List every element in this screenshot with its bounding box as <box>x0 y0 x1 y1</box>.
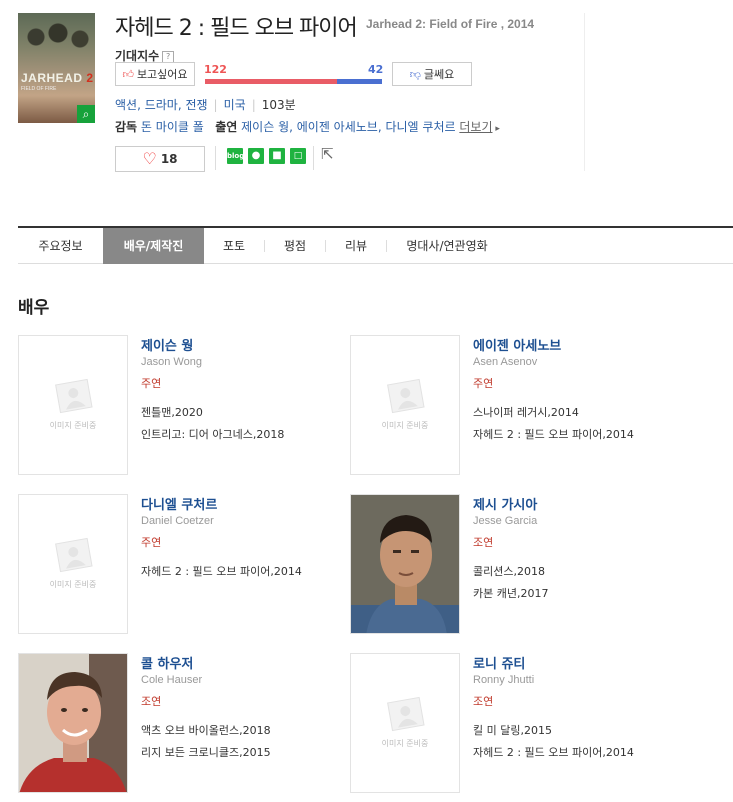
actor-photo[interactable] <box>350 494 460 634</box>
runtime-text: 103분 <box>261 98 296 112</box>
placeholder-text: 이미지 준비중 <box>49 421 97 430</box>
filmography-item[interactable]: 콜리션스,2018 <box>473 563 545 579</box>
crew-line: 감독 돈 마이클 폴 출연 제이슨 웡, 에이젠 아세노브, 다니엘 쿠처르 더… <box>115 120 500 134</box>
movie-info-line: 액션, 드라마, 전쟁 | 미국 | 103분 <box>115 98 296 112</box>
divider <box>215 146 216 170</box>
movie-poster[interactable]: JARHEAD 2 FIELD OF FIRE ⌕ <box>18 13 95 123</box>
actor-name[interactable]: 콜 하우저 <box>141 653 193 672</box>
filmography-item[interactable]: 카본 캐년,2017 <box>473 585 548 601</box>
placeholder-text: 이미지 준비중 <box>49 580 97 589</box>
actor-role: 주연 <box>141 377 162 390</box>
more-link[interactable]: 더보기 <box>459 120 492 134</box>
kakao-share-icon[interactable]: ■ <box>269 148 285 164</box>
thumbs-down-icon: 👎︎ <box>409 68 421 81</box>
zoom-icon[interactable]: ⌕ <box>77 105 95 123</box>
actor-name-en: Cole Hauser <box>141 674 203 686</box>
actor-name[interactable]: 제이슨 웡 <box>141 335 193 354</box>
genre-text[interactable]: 액션, 드라마, 전쟁 <box>115 98 208 112</box>
actor-role: 조연 <box>473 536 494 549</box>
like-button[interactable]: ♡ 18 <box>115 146 205 172</box>
placeholder-text: 이미지 준비중 <box>381 739 429 748</box>
tab-quotes-related[interactable]: 명대사/연관영화 <box>387 228 507 264</box>
header-divider <box>584 13 585 171</box>
filmography-item[interactable]: 스나이퍼 레거시,2014 <box>473 404 579 420</box>
actor-role: 조연 <box>473 695 494 708</box>
director-link[interactable]: 돈 마이클 폴 <box>141 120 204 134</box>
thumbs-up-icon: 👍︎ <box>122 68 134 81</box>
tab-ratings[interactable]: 평점 <box>265 228 325 264</box>
band-share-icon[interactable]: ● <box>248 148 264 164</box>
actor-name[interactable]: 제시 가시아 <box>473 494 537 513</box>
heart-icon: ♡ <box>142 149 157 168</box>
filmography-item[interactable]: 리지 보든 크로니클즈,2015 <box>141 744 271 760</box>
cast-links[interactable]: 제이슨 웡, 에이젠 아세노브, 다니엘 쿠처르 <box>241 120 455 134</box>
actor-photo[interactable]: 이미지 준비중 <box>18 494 128 634</box>
actor-photo[interactable]: 이미지 준비중 <box>18 335 128 475</box>
actor-role: 조연 <box>141 695 162 708</box>
movie-title: 자헤드 2 : 필드 오브 파이어 <box>115 16 358 41</box>
actor-photo[interactable]: 이미지 준비중 <box>350 653 460 793</box>
actor-role: 주연 <box>141 536 162 549</box>
divider <box>313 146 314 170</box>
country-text[interactable]: 미국 <box>224 98 246 112</box>
share-icon[interactable]: ⇱ <box>321 145 334 163</box>
filmography-item[interactable]: 자헤드 2 : 필드 오브 파이어,2014 <box>473 744 634 760</box>
filmography-item[interactable]: 킬 미 달링,2015 <box>473 722 552 738</box>
actor-photo[interactable] <box>18 653 128 793</box>
tab-reviews[interactable]: 리뷰 <box>326 228 386 264</box>
actor-name-en: Ronny Jhutti <box>473 674 535 686</box>
blog-share-icon[interactable]: blog <box>227 148 244 164</box>
filmography-item[interactable]: 액츠 오브 바이올런스,2018 <box>141 722 271 738</box>
actor-name-en: Asen Asenov <box>473 356 538 368</box>
expectation-bar <box>205 79 382 84</box>
expectation-bar-fill <box>205 79 337 84</box>
tab-photos[interactable]: 포토 <box>204 228 264 264</box>
placeholder-text: 이미지 준비중 <box>381 421 429 430</box>
dislike-button[interactable]: 👎︎ 글쎄요 <box>392 62 472 86</box>
movie-title-en: Jarhead 2: Field of Fire , 2014 <box>366 17 535 31</box>
actor-name-en: Jesse Garcia <box>473 515 538 527</box>
section-title: 배우 <box>18 298 50 318</box>
memo-share-icon[interactable]: □ <box>290 148 306 164</box>
actor-name[interactable]: 에이젠 아세노브 <box>473 335 561 354</box>
actor-name-en: Jason Wong <box>141 356 202 368</box>
actor-photo[interactable]: 이미지 준비중 <box>350 335 460 475</box>
want-count: 122 <box>204 63 227 76</box>
tab-main-info[interactable]: 주요정보 <box>18 228 103 264</box>
actor-role: 주연 <box>473 377 494 390</box>
poster-subtitle: FIELD OF FIRE <box>21 86 57 92</box>
actor-name[interactable]: 다니엘 쿠처르 <box>141 494 217 513</box>
actor-name-en: Daniel Coetzer <box>141 515 214 527</box>
poster-title: JARHEAD 2 <box>21 71 94 85</box>
tab-bar: 주요정보 배우/제작진 포토 평점 리뷰 명대사/연관영화 <box>18 226 733 264</box>
actor-name[interactable]: 로니 쥬티 <box>473 653 525 672</box>
tab-cast-crew[interactable]: 배우/제작진 <box>103 228 204 264</box>
filmography-item[interactable]: 인트리고: 디어 아그네스,2018 <box>141 426 284 442</box>
chevron-right-icon: ▸ <box>492 124 500 134</box>
want-to-see-button[interactable]: 👍︎ 보고싶어요 <box>115 62 195 86</box>
filmography-item[interactable]: 자헤드 2 : 필드 오브 파이어,2014 <box>141 563 302 579</box>
dislike-count: 42 <box>368 63 384 76</box>
filmography-item[interactable]: 자헤드 2 : 필드 오브 파이어,2014 <box>473 426 634 442</box>
poster-soldiers-image <box>18 13 95 68</box>
filmography-item[interactable]: 젠틀맨,2020 <box>141 404 203 420</box>
